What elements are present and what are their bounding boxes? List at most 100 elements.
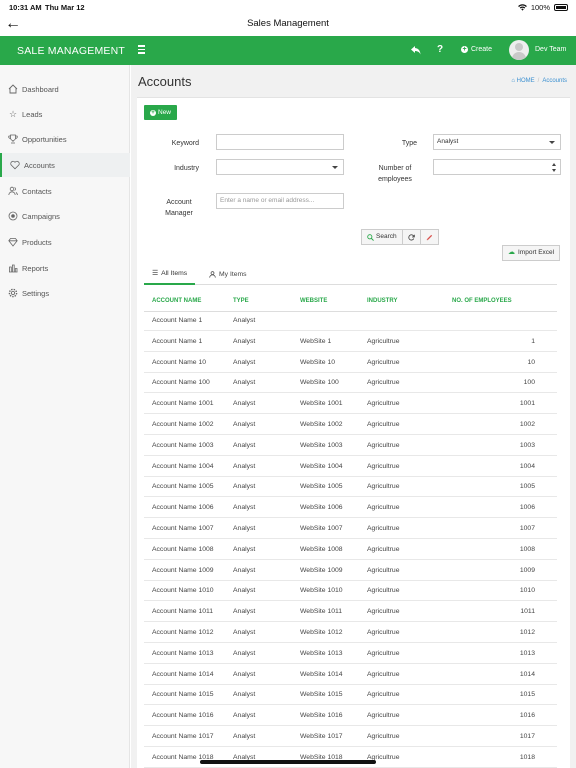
table-row[interactable]: Account Name 1012 Analyst WebSite 1012 Agri… bbox=[144, 622, 557, 643]
help-icon[interactable]: ? bbox=[437, 44, 443, 55]
avatar[interactable] bbox=[509, 40, 529, 60]
website-cell: WebSite 1014 bbox=[300, 670, 343, 678]
table-row[interactable]: Account Name 1008 Analyst WebSite 1008 Agri… bbox=[144, 539, 557, 560]
employees-cell: 1003 bbox=[519, 441, 535, 449]
table-row[interactable]: Account Name 1016 Analyst WebSite 1016 Agri… bbox=[144, 705, 557, 727]
table-row[interactable]: Account Name 100 Analyst WebSite 100 Agricu… bbox=[144, 372, 557, 394]
account-name-cell: Account Name 1011 bbox=[152, 608, 214, 616]
type-select[interactable]: Analyst bbox=[433, 134, 561, 150]
table-row[interactable]: Account Name 1018 Analyst WebSite 1018 Agri… bbox=[144, 747, 557, 768]
table-row[interactable]: Account Name 1004 Analyst WebSite 1004 Agri… bbox=[144, 456, 557, 477]
website-cell: WebSite 1017 bbox=[300, 733, 343, 740]
clear-button[interactable] bbox=[421, 230, 438, 244]
sidebar-item-products[interactable]: Products bbox=[0, 230, 130, 254]
table-row[interactable]: Account Name 10 Analyst WebSite 10 Agricult… bbox=[144, 352, 557, 373]
industry-select[interactable] bbox=[216, 159, 344, 175]
website-cell: WebSite 1005 bbox=[300, 483, 343, 491]
table-row[interactable]: Account Name 1011 Analyst WebSite 1011 Agri… bbox=[144, 601, 557, 623]
bar-chart-icon bbox=[9, 264, 18, 273]
search-button[interactable]: Search bbox=[362, 230, 403, 244]
website-cell: WebSite 1016 bbox=[300, 712, 343, 720]
industry-cell: Agricultrue bbox=[367, 670, 400, 678]
industry-cell: Agricultrue bbox=[367, 483, 400, 491]
sidebar-item-settings[interactable]: Settings bbox=[0, 281, 130, 305]
website-cell: WebSite 10 bbox=[300, 358, 336, 366]
column-header[interactable]: WEBSITE bbox=[300, 291, 327, 312]
employees-cell: 1 bbox=[531, 337, 535, 345]
industry-cell: Agricultrue bbox=[367, 545, 400, 553]
star-icon: ☆ bbox=[8, 109, 18, 119]
sidebar-item-accounts[interactable]: Accounts bbox=[0, 153, 130, 177]
table-row[interactable]: Account Name 1007 Analyst WebSite 1007 Agri… bbox=[144, 518, 557, 539]
sidebar-item-campaigns[interactable]: Campaigns bbox=[0, 204, 130, 228]
type-cell: Analyst bbox=[233, 712, 256, 720]
column-header[interactable]: TYPE bbox=[233, 291, 249, 312]
table-row[interactable]: Account Name 1014 Analyst WebSite 1014 Agri… bbox=[144, 664, 557, 685]
menu-icon[interactable] bbox=[138, 45, 145, 54]
type-cell: Analyst bbox=[233, 379, 256, 387]
import-excel-button[interactable]: ☁ Import Excel bbox=[502, 245, 561, 261]
sidebar-item-label: Contacts bbox=[22, 186, 52, 196]
sidebar-item-dashboard[interactable]: Dashboard bbox=[0, 77, 130, 101]
table-row[interactable]: Account Name 1003 Analyst WebSite 1003 Agri… bbox=[144, 435, 557, 456]
table-row[interactable]: Account Name 1009 Analyst WebSite 1009 Agri… bbox=[144, 560, 557, 581]
account-name-cell: Account Name 1016 bbox=[152, 712, 214, 720]
website-cell: WebSite 1006 bbox=[300, 504, 343, 512]
employees-cell: 1007 bbox=[519, 525, 535, 532]
sidebar-item-label: Products bbox=[22, 237, 52, 247]
account-name-cell: Account Name 1017 bbox=[152, 733, 214, 740]
spin-down-icon[interactable] bbox=[552, 169, 556, 172]
type-cell: Analyst bbox=[233, 483, 256, 491]
keyword-input[interactable] bbox=[216, 134, 344, 150]
new-label: New bbox=[158, 109, 172, 116]
undo-icon[interactable] bbox=[411, 46, 421, 55]
table-row[interactable]: Account Name 1017 Analyst WebSite 1017 Agri… bbox=[144, 726, 557, 747]
type-cell: Analyst bbox=[233, 649, 256, 657]
account-name-cell: Account Name 1002 bbox=[152, 421, 214, 428]
type-cell: Analyst bbox=[233, 608, 256, 616]
page-title: Accounts bbox=[138, 74, 192, 89]
industry-cell: Agricultrue bbox=[367, 629, 400, 636]
column-header[interactable]: NO. OF EMPLOYEES bbox=[452, 291, 512, 312]
employees-stepper[interactable] bbox=[433, 159, 561, 175]
table-row[interactable]: Account Name 1 Analyst bbox=[144, 310, 557, 331]
new-button[interactable]: + New bbox=[144, 105, 178, 120]
sidebar-item-reports[interactable]: Reports bbox=[0, 256, 130, 280]
table-row[interactable]: Account Name 1015 Analyst WebSite 1015 Agri… bbox=[144, 684, 557, 706]
table-row[interactable]: Account Name 1013 Analyst WebSite 1013 Agri… bbox=[144, 643, 557, 664]
nav-title: Sales Management bbox=[247, 18, 329, 29]
type-cell: Analyst bbox=[233, 337, 256, 345]
home-indicator bbox=[200, 760, 376, 764]
chevron-down-icon bbox=[332, 166, 338, 169]
create-button[interactable]: + Create bbox=[461, 46, 492, 53]
search-label: Search bbox=[376, 233, 397, 240]
website-cell: WebSite 1008 bbox=[300, 545, 343, 553]
column-header[interactable]: ACCOUNT NAME bbox=[152, 291, 201, 312]
employees-cell: 1010 bbox=[519, 587, 535, 595]
sidebar-item-contacts[interactable]: Contacts bbox=[0, 179, 130, 203]
user-name[interactable]: Dev Team bbox=[535, 46, 566, 53]
import-label: Import Excel bbox=[518, 249, 555, 256]
table-row[interactable]: Account Name 1 Analyst WebSite 1 Agricultru… bbox=[144, 331, 557, 352]
tab-all-items[interactable]: ☰ All Items bbox=[144, 264, 196, 285]
eraser-icon bbox=[426, 234, 432, 240]
table-row[interactable]: Account Name 1001 Analyst WebSite 1001 Agri… bbox=[144, 393, 557, 415]
refresh-button[interactable] bbox=[403, 230, 421, 244]
spin-up-icon[interactable] bbox=[552, 163, 556, 166]
table-row[interactable]: Account Name 1006 Analyst WebSite 1006 Agri… bbox=[144, 497, 557, 519]
tab-my-items[interactable]: My Items bbox=[201, 264, 255, 285]
sidebar-item-opportunities[interactable]: Opportunities bbox=[0, 127, 130, 151]
account-name-cell: Account Name 100 bbox=[152, 379, 210, 387]
website-cell: WebSite 1002 bbox=[300, 421, 343, 428]
table-row[interactable]: Account Name 1010 Analyst WebSite 1010 Agri… bbox=[144, 580, 557, 602]
column-header[interactable]: INDUSTRY bbox=[367, 291, 397, 312]
brand-logo[interactable]: SALE MANAGEMENT bbox=[17, 45, 125, 57]
battery-percent: 100% bbox=[530, 3, 550, 12]
sidebar-item-label: Leads bbox=[22, 109, 43, 119]
table-row[interactable]: Account Name 1005 Analyst WebSite 1005 Agri… bbox=[144, 476, 557, 498]
table-row[interactable]: Account Name 1002 Analyst WebSite 1002 Agri… bbox=[144, 414, 557, 435]
sidebar-item-leads[interactable]: ☆ Leads bbox=[0, 102, 130, 126]
industry-cell: Agricultrue bbox=[367, 525, 400, 532]
breadcrumb-home[interactable]: HOME bbox=[517, 78, 535, 84]
manager-input[interactable]: Enter a name or email address... bbox=[216, 193, 344, 209]
